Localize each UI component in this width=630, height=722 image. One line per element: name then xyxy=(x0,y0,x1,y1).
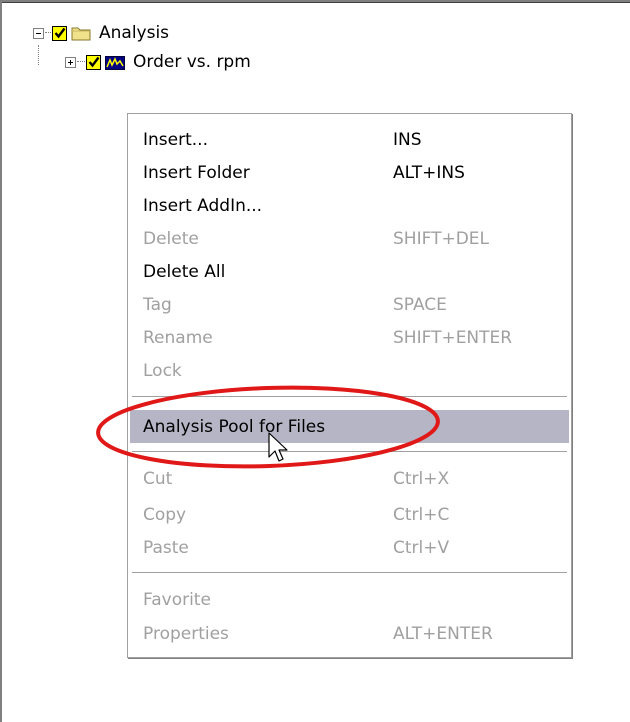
menu-item-shortcut: SPACE xyxy=(393,294,447,315)
tree-node-analysis[interactable]: Analysis xyxy=(33,22,169,44)
menu-item-label: Insert... xyxy=(143,129,208,150)
menu-item-favorite[interactable]: Favorite xyxy=(130,583,569,616)
tree-connector-line xyxy=(45,32,51,34)
menu-item-label: Copy xyxy=(143,504,187,525)
menu-item-lock[interactable]: Lock xyxy=(130,354,569,387)
tree-label-order-vs-rpm: Order vs. rpm xyxy=(133,52,251,72)
menu-item-properties[interactable]: Properties ALT+ENTER xyxy=(130,617,569,650)
menu-separator xyxy=(132,396,567,398)
menu-item-analysis-pool-for-files[interactable]: Analysis Pool for Files xyxy=(130,410,569,443)
menu-separator xyxy=(132,572,567,574)
menu-item-label: Insert AddIn... xyxy=(143,195,263,216)
context-menu: Insert... INS Insert Folder ALT+INS Inse… xyxy=(127,113,572,658)
folder-icon xyxy=(71,25,91,41)
menu-item-insert[interactable]: Insert... INS xyxy=(130,123,569,156)
menu-item-label: Delete xyxy=(143,228,199,249)
menu-item-label: Lock xyxy=(143,360,182,381)
menu-item-label: Rename xyxy=(143,327,213,348)
menu-item-copy[interactable]: Copy Ctrl+C xyxy=(130,498,569,531)
menu-item-tag[interactable]: Tag SPACE xyxy=(130,288,569,321)
tree-connector-line xyxy=(77,61,85,63)
menu-item-label: Paste xyxy=(143,537,189,558)
menu-item-insert-addin[interactable]: Insert AddIn... xyxy=(130,189,569,222)
checkmark-icon xyxy=(88,56,100,67)
checkbox-analysis[interactable] xyxy=(52,25,67,41)
tree-node-order-vs-rpm[interactable]: Order vs. rpm xyxy=(65,51,251,73)
tree-label-analysis: Analysis xyxy=(99,23,170,43)
menu-item-insert-folder[interactable]: Insert Folder ALT+INS xyxy=(130,156,569,189)
menu-item-delete[interactable]: Delete SHIFT+DEL xyxy=(130,222,569,255)
checkmark-icon xyxy=(54,27,66,38)
menu-item-shortcut: Ctrl+X xyxy=(393,468,450,489)
menu-item-shortcut: Ctrl+V xyxy=(393,537,450,558)
menu-item-cut[interactable]: Cut Ctrl+X xyxy=(130,462,569,495)
menu-item-paste[interactable]: Paste Ctrl+V xyxy=(130,531,569,564)
checkbox-order-vs-rpm[interactable] xyxy=(86,54,101,70)
expand-icon[interactable] xyxy=(65,56,76,68)
menu-item-label: Cut xyxy=(143,468,173,489)
collapse-icon[interactable] xyxy=(33,27,44,39)
menu-item-label: Properties xyxy=(143,623,229,644)
chart-icon xyxy=(105,55,125,70)
menu-item-shortcut: SHIFT+DEL xyxy=(393,228,489,249)
menu-item-rename[interactable]: Rename SHIFT+ENTER xyxy=(130,321,569,354)
menu-item-shortcut: ALT+INS xyxy=(393,162,465,183)
menu-item-label: Tag xyxy=(143,294,172,315)
menu-item-shortcut: INS xyxy=(393,129,422,150)
menu-item-shortcut: Ctrl+C xyxy=(393,504,450,525)
menu-item-delete-all[interactable]: Delete All xyxy=(130,255,569,288)
tree-connector-line xyxy=(38,45,39,65)
menu-item-label: Insert Folder xyxy=(143,162,250,183)
menu-item-label: Favorite xyxy=(143,589,211,610)
menu-item-shortcut: ALT+ENTER xyxy=(393,623,493,644)
menu-item-label: Delete All xyxy=(143,261,226,282)
menu-separator xyxy=(132,451,567,453)
menu-item-label: Analysis Pool for Files xyxy=(143,416,326,437)
menu-item-shortcut: SHIFT+ENTER xyxy=(393,327,513,348)
